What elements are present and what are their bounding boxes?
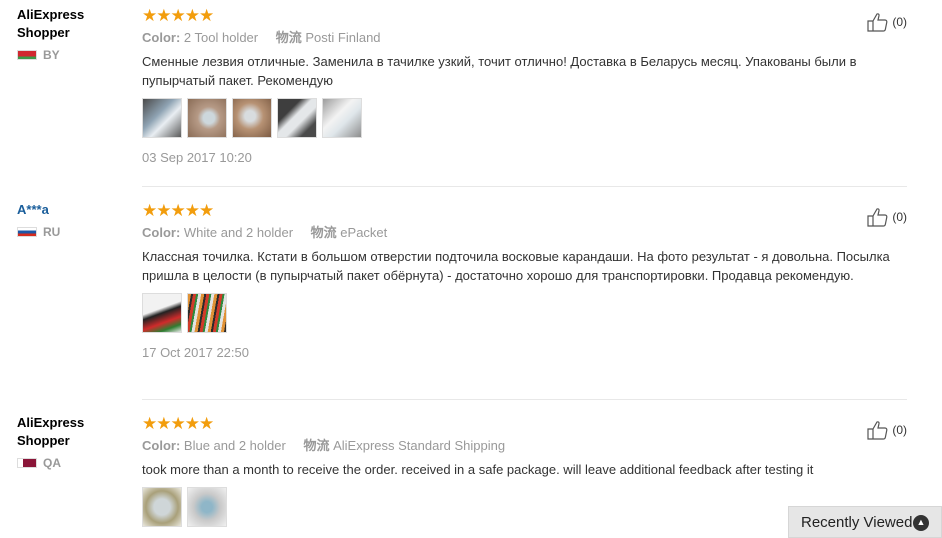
shipping-label: 物流 [275,30,302,45]
helpful-count: (0) [892,15,907,29]
helpful-count: (0) [892,423,907,437]
reviewer-country: RU [17,225,127,239]
review-photo-thumbnail[interactable] [142,98,182,138]
reviewer-country: BY [17,48,127,62]
review-content: ★★★★★ Color: 2 Tool holder 物流 Posti Finl… [142,6,902,168]
reviewer-name[interactable]: A***a [17,201,127,219]
color-value: Blue and 2 holder [183,438,286,453]
thumbs-up-icon [867,208,888,227]
shipping-value: AliExpress Standard Shipping [333,438,506,453]
color-label: Color: [142,30,181,45]
recently-viewed-button[interactable]: Recently Viewed ▲ [788,506,942,538]
review-date: 03 Sep 2017 10:20 [142,150,252,165]
flag-ru-icon [17,227,37,237]
reviewer-name: AliExpress Shopper [17,7,85,40]
review-photo-thumbnail[interactable] [322,98,362,138]
star-rating: ★★★★★ [142,201,214,220]
color-label: Color: [142,438,181,453]
review-photo-thumbnail[interactable] [142,293,182,333]
review-photos [142,293,902,333]
helpful-button[interactable]: (0) [867,12,907,32]
reviewer-country: QA [17,456,127,470]
star-rating: ★★★★★ [142,414,214,433]
color-value: 2 Tool holder [183,30,259,45]
country-code: QA [43,456,61,470]
shipping-label: 物流 [303,438,330,453]
thumbs-up-icon [867,421,888,440]
review-photo-thumbnail[interactable] [277,98,317,138]
review-photo-thumbnail[interactable] [232,98,272,138]
helpful-button[interactable]: (0) [867,207,907,227]
review-meta: Color: 2 Tool holder 物流 Posti Finland [142,28,902,48]
helpful-button[interactable]: (0) [867,420,907,440]
review-photo-thumbnail[interactable] [187,98,227,138]
star-rating: ★★★★★ [142,6,214,25]
country-code: BY [43,48,60,62]
review-meta: Color: White and 2 holder 物流 ePacket [142,223,902,243]
reviewer-name: AliExpress Shopper [17,415,85,448]
review-photo-thumbnail[interactable] [142,487,182,527]
review-photos [142,98,902,138]
review-photo-thumbnail[interactable] [187,487,227,527]
recently-viewed-label: Recently Viewed [801,513,913,531]
reviewer-info: AliExpress Shopper BY [17,6,127,62]
review-divider [142,186,907,187]
flag-by-icon [17,50,37,60]
country-code: RU [43,225,61,239]
review-text: Классная точилка. Кстати в большом отвер… [142,249,890,283]
review-text: took more than a month to receive the or… [142,462,814,477]
reviewer-info: A***a RU [17,201,127,239]
helpful-count: (0) [892,210,907,224]
shipping-label: 物流 [310,225,337,240]
review-meta: Color: Blue and 2 holder 物流 AliExpress S… [142,436,902,456]
thumbs-up-icon [867,13,888,32]
chevron-up-icon: ▲ [913,515,929,531]
review-content: ★★★★★ Color: White and 2 holder 物流 ePack… [142,201,902,363]
reviewer-info: AliExpress Shopper QA [17,414,127,470]
shipping-value: Posti Finland [305,30,381,45]
shipping-value: ePacket [340,225,388,240]
review-photo-thumbnail[interactable] [187,293,227,333]
review-text: Сменные лезвия отличные. Заменила в тачи… [142,54,857,88]
review-divider [142,399,907,400]
review-date: 17 Oct 2017 22:50 [142,345,249,360]
color-value: White and 2 holder [183,225,294,240]
flag-qa-icon [17,458,37,468]
color-label: Color: [142,225,181,240]
